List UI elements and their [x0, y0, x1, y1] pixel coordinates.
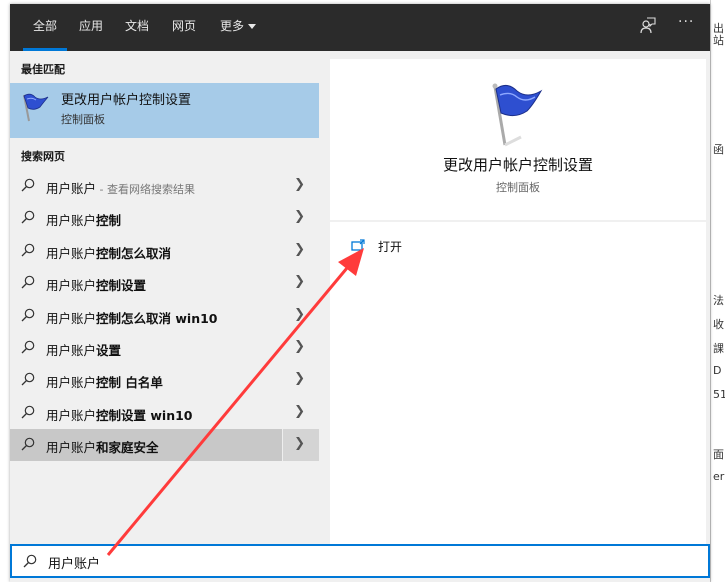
web-search-suggestion[interactable]: 用户账户和家庭安全 ❯: [10, 429, 319, 462]
tab-web[interactable]: 网页: [172, 4, 196, 51]
suggestion-text: 用户账户控制怎么取消: [46, 245, 172, 261]
web-search-suggestion[interactable]: 用户账户设置 ❯: [10, 332, 319, 364]
chevron-right-icon[interactable]: ❯: [294, 436, 305, 451]
search-box[interactable]: [10, 544, 710, 578]
chevron-right-icon[interactable]: ❯: [294, 274, 305, 289]
flag-icon: [23, 93, 49, 122]
chevron-right-icon[interactable]: ❯: [294, 242, 305, 257]
search-icon: [21, 243, 35, 257]
tab-apps[interactable]: 应用: [79, 4, 103, 51]
bg-glyph: 課: [713, 342, 724, 355]
suggestion-text: 用户账户 - 查看网络搜索结果: [46, 181, 195, 196]
bg-glyph: 函: [713, 143, 724, 156]
web-search-heading: 搜索网页: [21, 150, 65, 163]
search-icon: [21, 437, 35, 451]
tab-all[interactable]: 全部: [22, 4, 68, 51]
search-icon: [21, 308, 35, 322]
suggestion-text: 用户账户控制怎么取消 win10: [46, 310, 218, 326]
best-match-heading: 最佳匹配: [21, 63, 65, 76]
web-search-suggestion[interactable]: 用户账户控制 ❯: [10, 202, 319, 234]
detail-subtitle: 控制面板: [496, 181, 540, 194]
chevron-down-icon: [248, 24, 257, 29]
detail-divider: [330, 220, 706, 222]
bg-glyph: 收: [713, 318, 724, 331]
chevron-right-icon[interactable]: ❯: [294, 177, 305, 192]
bg-glyph: 站: [713, 34, 724, 47]
bg-glyph: 51: [713, 388, 725, 401]
search-icon: [23, 554, 37, 568]
feedback-icon: [640, 17, 656, 34]
chevron-right-icon[interactable]: ❯: [294, 371, 305, 386]
web-search-suggestion[interactable]: 用户账户控制怎么取消 ❯: [10, 235, 319, 267]
suggestion-text: 用户账户和家庭安全: [46, 440, 159, 456]
tab-more-label: 更多: [220, 19, 245, 33]
tab-more[interactable]: 更多: [220, 4, 257, 51]
tab-documents[interactable]: 文档: [125, 4, 149, 51]
web-search-suggestion[interactable]: 用户账户控制怎么取消 win10 ❯: [10, 300, 319, 332]
search-input[interactable]: [46, 551, 650, 573]
detail-pane: 更改用户帐户控制设置 控制面板 打开: [330, 59, 706, 549]
bg-glyph: D: [713, 364, 722, 377]
search-icon: [21, 405, 35, 419]
detail-title: 更改用户帐户控制设置: [442, 156, 593, 174]
web-search-suggestion[interactable]: 用户账户控制设置 ❯: [10, 267, 319, 299]
feedback-button[interactable]: [640, 16, 656, 38]
search-icon: [21, 340, 35, 354]
best-match-item[interactable]: 更改用户帐户控制设置 控制面板: [10, 83, 319, 138]
search-icon: [21, 275, 35, 289]
search-icon: [21, 178, 35, 192]
background-window: 出 站 函 法 收 課 D 51 面 er: [710, 0, 725, 582]
web-search-suggestion[interactable]: 用户账户 - 查看网络搜索结果 ❯: [10, 170, 319, 202]
open-icon: [351, 239, 365, 251]
suggestion-text: 用户账户设置: [46, 343, 122, 358]
more-options-button[interactable]: ···: [678, 14, 694, 30]
best-match-title: 更改用户帐户控制设置: [61, 93, 192, 108]
chevron-right-icon[interactable]: ❯: [294, 307, 305, 322]
bg-glyph: 面: [713, 448, 724, 461]
open-action-label: 打开: [378, 240, 403, 254]
best-match-subtitle: 控制面板: [61, 113, 105, 126]
web-search-suggestion[interactable]: 用户账户控制设置 win10 ❯: [10, 397, 319, 429]
search-panel: 全部 应用 文档 网页 更多 ··· 最佳匹配 更改用户帐户控制设置 控制面板: [10, 4, 710, 582]
chevron-right-icon[interactable]: ❯: [294, 209, 305, 224]
suggestion-text: 用户账户控制设置 win10: [46, 407, 193, 423]
suggestion-text: 用户账户控制: [46, 213, 122, 229]
search-icon: [21, 211, 35, 224]
search-tabs-bar: 全部 应用 文档 网页 更多 ···: [10, 4, 710, 51]
bg-glyph: er: [713, 470, 725, 483]
suggestion-text: 用户账户控制 白名单: [46, 375, 163, 391]
bg-glyph: 法: [713, 294, 724, 307]
results-list: 最佳匹配 更改用户帐户控制设置 控制面板 搜索网页 用户账户 - 查看网络搜索结…: [10, 51, 319, 551]
chevron-right-icon[interactable]: ❯: [294, 404, 305, 419]
suggestion-text: 用户账户控制设置: [46, 278, 147, 294]
web-search-suggestion[interactable]: 用户账户控制 白名单 ❯: [10, 364, 319, 396]
search-icon: [21, 373, 35, 386]
chevron-right-icon[interactable]: ❯: [294, 339, 305, 354]
flag-icon: [492, 83, 543, 147]
